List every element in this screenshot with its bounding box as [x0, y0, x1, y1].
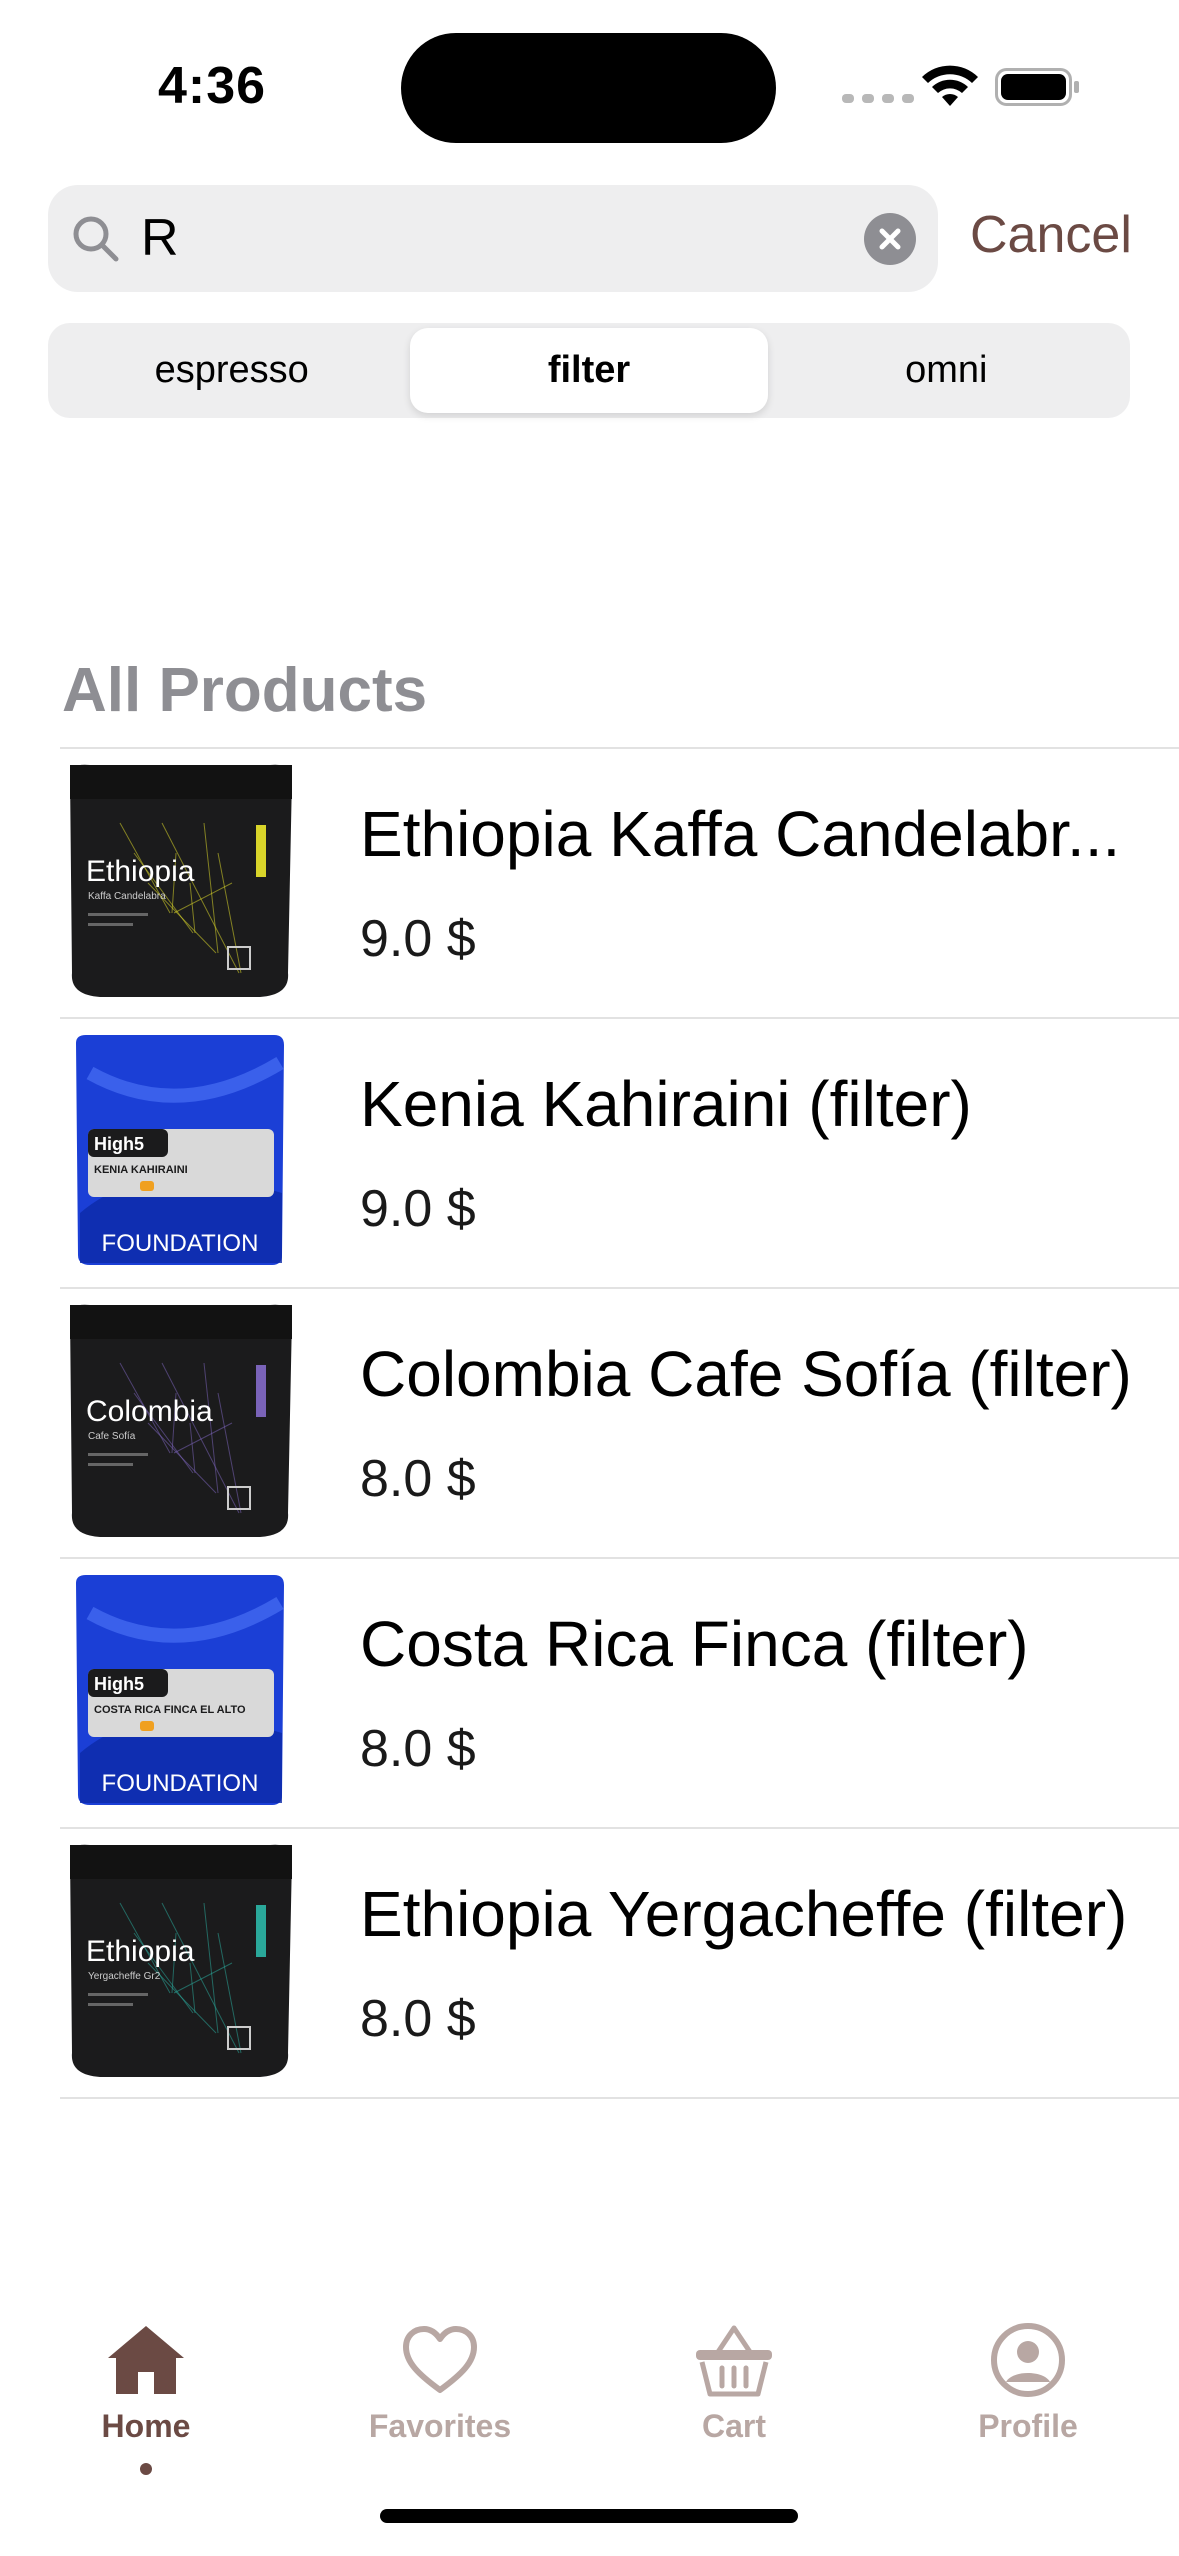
product-image: High5 KENIA KAHIRAINI FOUNDATION — [60, 1033, 300, 1273]
section-title: All Products — [62, 656, 428, 725]
home-indicator — [380, 2509, 798, 2523]
cancel-button[interactable]: Cancel — [970, 200, 1132, 270]
product-list: Ethiopia Kaffa Candelabra Ethiopia Kaffa … — [60, 747, 1179, 2099]
svg-text:High5: High5 — [94, 1134, 144, 1154]
product-row[interactable]: Colombia Cafe Sofía Colombia Cafe Sofía (… — [60, 1289, 1179, 1559]
product-name: Ethiopia Yergacheffe (filter) — [360, 1878, 1128, 1950]
svg-text:FOUNDATION: FOUNDATION — [102, 1770, 259, 1797]
svg-text:COSTA RICA FINCA EL ALTO: COSTA RICA FINCA EL ALTO — [94, 1704, 246, 1716]
tab-home[interactable]: Home — [26, 2320, 266, 2445]
bag-title-text: Ethiopia — [86, 855, 195, 888]
tab-label: Home — [101, 2408, 191, 2444]
home-icon — [108, 2326, 184, 2394]
segment-omni[interactable]: omni — [768, 328, 1125, 413]
bag-title-text: Ethiopia — [86, 1935, 195, 1968]
dynamic-island — [401, 33, 776, 143]
product-price: 8.0 $ — [360, 1450, 476, 1508]
product-price: 8.0 $ — [360, 1720, 476, 1778]
product-name: Costa Rica Finca (filter) — [360, 1608, 1029, 1680]
product-image: Ethiopia Kaffa Candelabra — [60, 763, 300, 1003]
tab-label: Profile — [978, 2408, 1078, 2444]
profile-icon — [991, 2323, 1065, 2397]
product-name: Ethiopia Kaffa Candelabr... — [360, 798, 1121, 870]
product-price: 9.0 $ — [360, 1180, 476, 1238]
heart-icon — [403, 2326, 477, 2393]
battery-icon — [995, 68, 1081, 106]
product-price: 8.0 $ — [360, 1990, 476, 2048]
svg-text:High5: High5 — [94, 1674, 144, 1694]
segment-espresso[interactable]: espresso — [53, 328, 410, 413]
category-segmented-control: espresso filter omni — [48, 323, 1130, 418]
tab-label: Favorites — [368, 2408, 512, 2444]
svg-text:Kaffa Candelabra: Kaffa Candelabra — [88, 891, 166, 902]
product-name: Kenia Kahiraini (filter) — [360, 1068, 972, 1140]
wifi-icon — [920, 62, 980, 110]
tab-bar: Home Favorites Cart Profile — [0, 2300, 1179, 2500]
product-row[interactable]: High5 COSTA RICA FINCA EL ALTO FOUNDATION … — [60, 1559, 1179, 1829]
search-bar[interactable] — [48, 185, 938, 292]
status-time: 4:36 — [158, 57, 267, 115]
product-row[interactable]: Ethiopia Kaffa Candelabra Ethiopia Kaffa … — [60, 749, 1179, 1019]
tab-label: Cart — [701, 2408, 766, 2444]
active-tab-indicator — [140, 2463, 152, 2475]
search-icon — [68, 211, 124, 267]
product-row[interactable]: Ethiopia Yergacheffe Gr2 Ethiopia Yergach… — [60, 1829, 1179, 2099]
svg-text:FOUNDATION: FOUNDATION — [102, 1230, 259, 1257]
tab-profile[interactable]: Profile — [908, 2320, 1148, 2445]
svg-text:Cafe Sofía: Cafe Sofía — [88, 1431, 136, 1442]
product-image: Colombia Cafe Sofía — [60, 1303, 300, 1543]
svg-text:KENIA KAHIRAINI: KENIA KAHIRAINI — [94, 1164, 188, 1176]
product-price: 9.0 $ — [360, 910, 476, 968]
bag-title-text: Colombia — [86, 1395, 213, 1428]
search-input[interactable] — [141, 185, 841, 292]
tab-favorites[interactable]: Favorites — [320, 2320, 560, 2445]
basket-icon — [696, 2325, 772, 2397]
cellular-signal-icon — [842, 94, 914, 103]
product-image: High5 COSTA RICA FINCA EL ALTO FOUNDATION — [60, 1573, 300, 1813]
svg-text:Yergacheffe Gr2: Yergacheffe Gr2 — [88, 1971, 161, 1982]
clear-search-icon[interactable] — [864, 213, 916, 265]
tab-cart[interactable]: Cart — [614, 2320, 854, 2445]
product-name: Colombia Cafe Sofía (filter) — [360, 1338, 1132, 1410]
segment-filter[interactable]: filter — [410, 328, 768, 413]
product-image: Ethiopia Yergacheffe Gr2 — [60, 1843, 300, 2083]
product-row[interactable]: High5 KENIA KAHIRAINI FOUNDATION Kenia Kah… — [60, 1019, 1179, 1289]
